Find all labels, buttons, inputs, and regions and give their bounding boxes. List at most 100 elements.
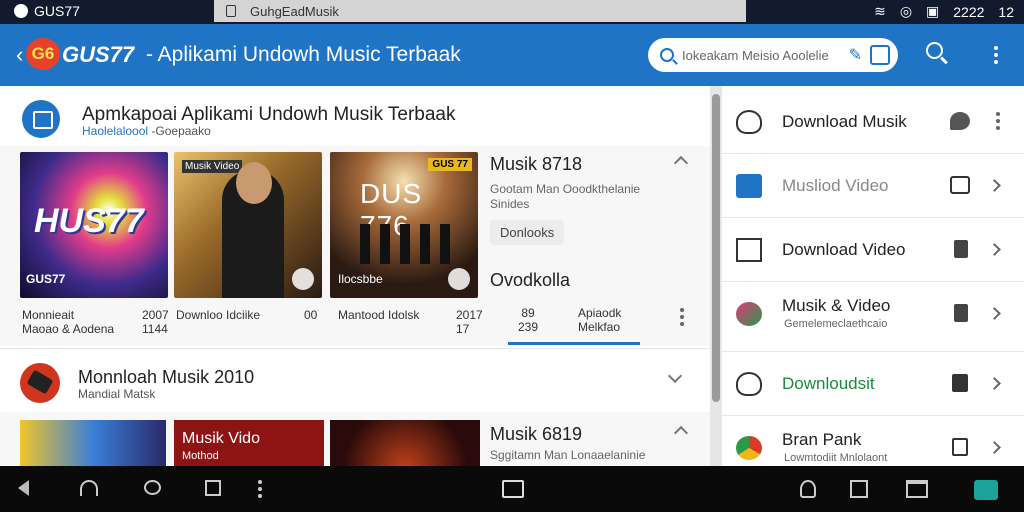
play-icon[interactable] (292, 268, 314, 290)
avatar (736, 302, 762, 326)
app-logo: G6 (26, 38, 60, 70)
thumbnail-caption: Monnieait Maoao & Aodena 2007 1144 (22, 308, 169, 336)
app-brand: GUS77 (62, 42, 135, 67)
app-bar: ‹ G6 GUS77 - Aplikami Undowh Music Terba… (0, 24, 1024, 86)
back-icon[interactable] (18, 480, 29, 496)
thumbnail-caption: Downloo Idciike 00 (176, 308, 317, 322)
band-silhouette (360, 224, 450, 264)
app-status-icon (14, 4, 28, 18)
side-item-downloudsit[interactable]: Downloudsit (722, 352, 1024, 416)
document-icon[interactable] (954, 304, 968, 322)
content-row: HUS77 GUS77 Musik Video GUS 77 DUS 776 I… (0, 146, 710, 346)
pen-icon[interactable]: ✎ (849, 45, 862, 65)
side-item-label: Musliod Video (782, 176, 889, 195)
chevron-up-icon[interactable] (673, 425, 689, 441)
count-1: 89 (521, 306, 535, 320)
headset-icon[interactable] (80, 480, 98, 496)
chevron-up-icon[interactable] (673, 155, 689, 171)
thumbnail-caption: Mantood Idolsk 2017 17 (338, 308, 483, 336)
section-subtitle-link[interactable]: Haolelaloool (82, 124, 148, 138)
square-icon[interactable] (205, 480, 221, 496)
caption-num2: 17 (456, 322, 470, 336)
section-header: Monnloah Musik 2010 Mandial Matsk (0, 348, 710, 412)
chat-icon[interactable] (144, 480, 161, 495)
document-icon[interactable] (954, 240, 968, 258)
bookmark-icon[interactable] (952, 438, 968, 456)
thumbnail-corner-text: GUS77 (26, 272, 66, 286)
more-options-icon[interactable] (996, 112, 1000, 130)
side-item-label: Download Musik (782, 112, 907, 131)
download-icon[interactable] (952, 374, 968, 392)
scrollbar[interactable] (710, 86, 722, 466)
side-item-bran-pank[interactable]: Bran Pank Lowmtodiit Mnlolaont (722, 416, 1024, 466)
thumbnail-badge: GUS 77 (428, 158, 472, 171)
caption-subtitle: Maoao & Aodena (22, 322, 115, 336)
side-item-download-video[interactable]: Download Video (722, 218, 1024, 282)
overflow-menu-icon[interactable] (994, 46, 998, 64)
user-icon[interactable] (800, 480, 816, 498)
video-icon (736, 174, 762, 198)
scrollbar-thumb[interactable] (712, 94, 720, 402)
item-description: Sggitamn Man Lonaaelaninie (490, 448, 646, 462)
url-bar[interactable]: GuhgEadMusik (214, 0, 746, 22)
image-search-icon[interactable] (870, 45, 890, 65)
downloads-button[interactable]: Donlooks (490, 220, 565, 245)
thumbnail-subtitle: Mothod (182, 450, 219, 462)
chevron-down-icon[interactable] (667, 368, 683, 384)
play-icon[interactable] (448, 268, 470, 290)
concert-thumbnail[interactable] (330, 420, 480, 466)
thumbnail-label: Ilocsbbe (338, 272, 383, 286)
side-item-musik-video[interactable]: Musik & Video Gemelemeclaethcaio (722, 282, 1024, 352)
video-thumbnail[interactable]: Musik Video (174, 152, 322, 298)
tab-indicator (508, 342, 568, 345)
chevron-right-icon[interactable] (988, 243, 1001, 256)
album-thumbnail[interactable] (20, 420, 166, 466)
chevron-right-icon[interactable] (988, 441, 1001, 454)
item-description: Gootam Man Ooodkthelanie Sinides (490, 182, 641, 211)
back-arrow-icon[interactable]: ‹ (16, 42, 23, 68)
chat-bubble-icon[interactable] (950, 112, 970, 130)
album-thumbnail[interactable]: HUS77 GUS77 (20, 152, 168, 298)
tab-label-2: Melkfao (578, 320, 621, 334)
video-thumbnail[interactable]: Musik Vido Mothod (174, 420, 324, 466)
count-2: 239 (518, 320, 539, 334)
side-item-sub: Gemelemeclaethcaio (784, 318, 888, 330)
battery-level: 12 (998, 3, 1014, 20)
split-icon[interactable] (850, 480, 868, 498)
download-count: 89 239 (518, 306, 538, 334)
thumbnail-tag: Musik Video (182, 160, 243, 173)
more-options-icon[interactable] (680, 308, 684, 326)
piggy-icon (736, 372, 762, 396)
chevron-right-icon[interactable] (988, 179, 1001, 192)
chevron-right-icon[interactable] (988, 377, 1001, 390)
side-item-download-musik[interactable]: Download Musik (722, 90, 1024, 154)
side-item-musliod-video[interactable]: Musliod Video (722, 154, 1024, 218)
caption-count: 2017 17 (456, 308, 483, 336)
caption-title: Mantood Idolsk (338, 308, 420, 322)
tab-label[interactable]: Apiaodk Melkfao (578, 306, 621, 334)
more-icon[interactable] (258, 480, 262, 498)
alarm-icon: ◎ (899, 3, 913, 19)
chevron-right-icon[interactable] (988, 307, 1001, 320)
window-icon[interactable] (906, 480, 928, 498)
caption-title: Downloo Idciike (176, 308, 261, 322)
book-icon[interactable] (502, 480, 524, 498)
section-title: Monnloah Musik 2010 (78, 367, 255, 387)
wifi-icon: ≋ (874, 3, 886, 19)
url-text: GuhgEadMusik (250, 3, 339, 19)
app-icon[interactable] (974, 480, 998, 500)
side-item-label: Musik & Video (782, 296, 891, 315)
concert-thumbnail[interactable]: GUS 77 DUS 776 Ilocsbbe (330, 152, 478, 298)
section-header: Apmkapoai Aplikami Undowh Musik Terbaak … (0, 86, 710, 146)
search-button[interactable] (926, 42, 950, 66)
caption-count: 2007 1144 (142, 308, 169, 336)
music-player-icon (20, 363, 60, 403)
section-title: Apmkapoai Aplikami Undowh Musik Terbaak (82, 104, 456, 125)
status-bar: GUS77 GuhgEadMusik ≋ ◎ ▣ 2222 12 (0, 0, 1024, 24)
caption-num1: 2007 (142, 308, 169, 322)
side-item-label: Bran Pank (782, 430, 862, 449)
screen-icon[interactable] (950, 176, 970, 194)
piggy-icon (736, 110, 762, 134)
search-input[interactable]: Iokeakam Meisio Aoolelie ✎ (648, 38, 898, 72)
status-time: 2222 (953, 3, 985, 20)
